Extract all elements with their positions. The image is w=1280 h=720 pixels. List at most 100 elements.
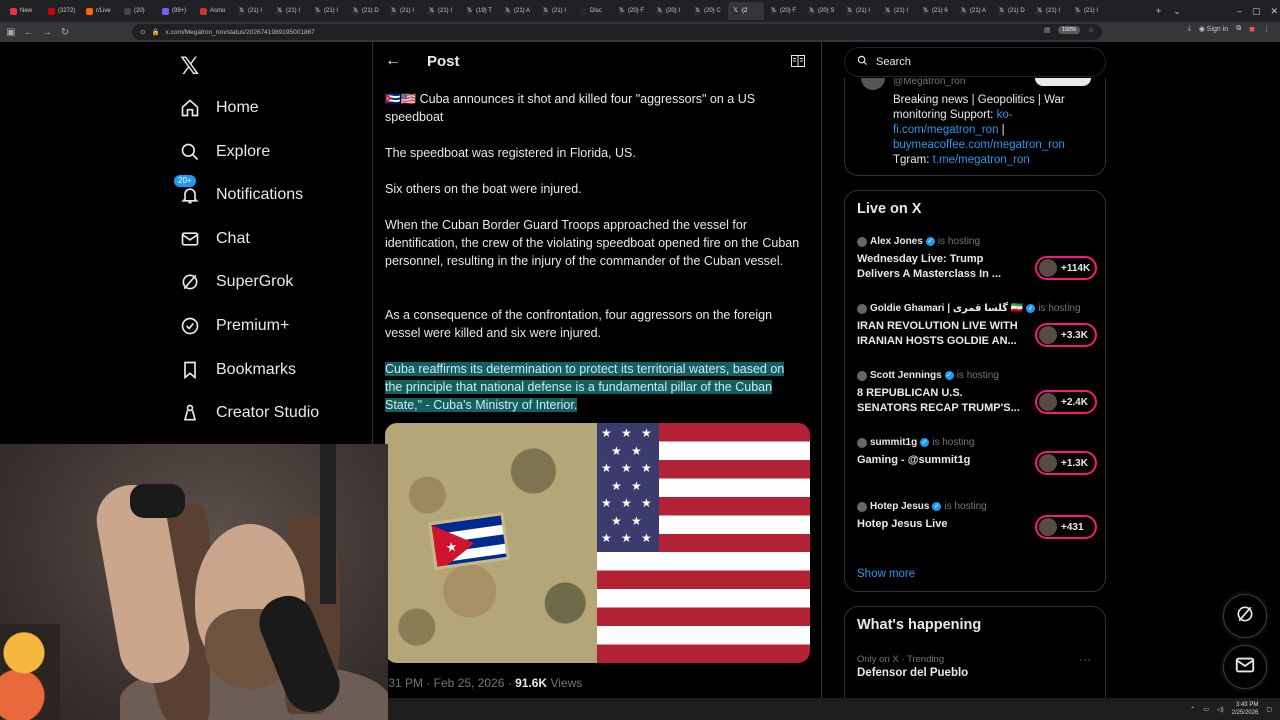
tab-controls: + ⌄	[1150, 0, 1187, 22]
nav-item-notifications[interactable]: 20+ Notifications	[174, 175, 303, 215]
nav-item-chat[interactable]: Chat	[180, 219, 250, 259]
nav-item-bookmarks[interactable]: Bookmarks	[180, 350, 296, 390]
close-window-icon[interactable]: ✕	[1266, 6, 1280, 17]
tab-search-icon[interactable]: ⌄	[1167, 6, 1187, 17]
plush-toys	[0, 624, 60, 720]
taskbar-clock[interactable]: 3:43 PM 2/25/2026	[1232, 701, 1259, 717]
live-on-x-panel: Live on X Alex Jones ✓ is hosting Wednesda…	[844, 190, 1106, 592]
browser-tab[interactable]: 𝕏 (20) I	[652, 2, 688, 20]
host-status: is hosting	[1038, 303, 1081, 314]
forward-nav-icon[interactable]: →	[38, 27, 56, 38]
tab-label: (21) I	[1084, 8, 1099, 14]
minimize-icon[interactable]: –	[1232, 6, 1247, 16]
browser-tab[interactable]: 𝕏 (21) 6	[918, 2, 954, 20]
browser-tab[interactable]: 𝕏 (21) I	[842, 2, 878, 20]
browser-tab[interactable]: 𝕏 (20) F	[766, 2, 802, 20]
listeners-pill[interactable]: +3.3K	[1035, 323, 1097, 347]
search-input[interactable]: Search	[876, 56, 911, 68]
browser-tab[interactable]: (3272)	[44, 2, 80, 20]
browser-tab[interactable]: 𝕏 (21) I	[424, 2, 460, 20]
reload-icon[interactable]: ↻	[56, 27, 74, 38]
browser-tab[interactable]: Asmo	[196, 2, 232, 20]
reader-view-icon[interactable]	[791, 54, 805, 72]
browser-tab[interactable]: 𝕏 (20) C	[690, 2, 726, 20]
live-item[interactable]: Alex Jones ✓ is hosting Wednesday Live: Tr…	[857, 236, 1097, 282]
post-time[interactable]: :31 PM · Feb 25, 2026 ·	[385, 676, 515, 690]
browser-tab[interactable]: 𝕏 (21) D	[348, 2, 384, 20]
listeners-pill[interactable]: +2.4K	[1035, 390, 1097, 414]
reader-mode-icon[interactable]: ▤	[1044, 26, 1050, 34]
profile-icon[interactable]: ◉ Sign in	[1199, 25, 1228, 33]
notification-center-icon[interactable]: ▢	[1266, 706, 1272, 713]
live-item[interactable]: Scott Jennings ✓ is hosting 8 REPUBLICAN U…	[857, 370, 1097, 416]
messages-float-button[interactable]	[1223, 645, 1267, 689]
browser-tab[interactable]: New	[6, 2, 42, 20]
nav-item-supergrok[interactable]: SuperGrok	[180, 262, 293, 302]
menu-icon[interactable]: ⋮	[1263, 25, 1270, 33]
listener-count: +431	[1061, 521, 1084, 533]
new-tab-icon[interactable]: +	[1150, 6, 1167, 16]
extensions-icon[interactable]: ⧉	[1236, 25, 1241, 33]
x-logo-icon[interactable]: 𝕏	[180, 52, 199, 80]
flag-star-icon: ★	[631, 513, 642, 528]
nav-item-creator-studio[interactable]: Creator Studio	[180, 393, 319, 433]
live-item[interactable]: Goldie Ghamari | گلسا قمری 🇮🇷 ✓ is hosting…	[857, 303, 1097, 349]
listener-count: +3.3K	[1061, 329, 1088, 341]
browser-tab[interactable]: 𝕏 (21) I	[310, 2, 346, 20]
volume-icon[interactable]: ◁)	[1217, 706, 1224, 713]
browser-tab[interactable]: 𝕏 (19) T	[462, 2, 498, 20]
sidebar-toggle-icon[interactable]: ▣	[2, 27, 20, 38]
show-more-link[interactable]: Show more	[857, 568, 915, 580]
post-column: ← Post 🇨🇺🇺🇸 Cuba announces it shot and k…	[372, 42, 822, 720]
avatar[interactable]	[861, 78, 885, 90]
site-info-icon[interactable]: 🔒	[151, 28, 159, 36]
browser-tab[interactable]: 𝕏 (21) I	[538, 2, 574, 20]
tray-chevron-icon[interactable]: ⌃	[1190, 706, 1195, 713]
address-bar[interactable]: ⊙ 🔒 x.com/Megatron_ron/status/2026741989…	[132, 24, 1102, 40]
grok-float-button[interactable]	[1223, 594, 1267, 638]
bio-link[interactable]: t.me/megatron_ron	[933, 154, 1030, 166]
browser-tab[interactable]: 𝕏 (21) I	[386, 2, 422, 20]
tab-favicon-icon: 𝕏	[390, 7, 397, 15]
search-box[interactable]: Search	[844, 47, 1106, 77]
browser-tab[interactable]: 𝕏 (21) A	[956, 2, 992, 20]
live-item[interactable]: Hotep Jesus ✓ is hosting Hotep Jesus Live …	[857, 501, 1097, 539]
browser-tab[interactable]: 𝕏 (21) A	[500, 2, 536, 20]
browser-tab[interactable]: 𝕏 (20) S	[804, 2, 840, 20]
back-nav-icon[interactable]: ←	[20, 27, 38, 38]
listeners-pill[interactable]: +114K	[1035, 256, 1097, 280]
trend-name[interactable]: Defensor del Pueblo	[857, 667, 968, 679]
nav-item-premium[interactable]: Premium+	[180, 306, 289, 346]
extension-badge-icon[interactable]: ◼	[1249, 25, 1255, 33]
zoom-level[interactable]: 150%	[1058, 26, 1081, 34]
browser-tab[interactable]: 𝕏 (21) I	[234, 2, 270, 20]
browser-tab[interactable]: (99+)	[158, 2, 194, 20]
location-icon[interactable]: ⊙	[140, 28, 145, 36]
live-item[interactable]: summit1g ✓ is hosting Gaming - @summit1g +…	[857, 437, 1097, 475]
more-options-icon[interactable]: ···	[1079, 652, 1091, 666]
network-icon[interactable]: ▭	[1203, 706, 1209, 713]
browser-tab[interactable]: 𝕏 (21) I	[1032, 2, 1068, 20]
listeners-pill[interactable]: +1.3K	[1035, 451, 1097, 475]
us-flag-image: ★ ★ ★ ★ ★ ★ ★ ★ ★ ★ ★ ★ ★ ★ ★ ★ ★ ★	[597, 423, 810, 663]
browser-tab[interactable]: Disc	[576, 2, 612, 20]
post-media-image[interactable]: ★ ★ ★ ★ ★ ★ ★ ★ ★ ★ ★ ★ ★ ★ ★ ★ ★ ★ ★	[385, 423, 810, 663]
nav-item-explore[interactable]: Explore	[180, 132, 270, 172]
bio-link[interactable]: buymeacoffee.com/megatron_ron	[893, 139, 1065, 151]
nav-item-home[interactable]: Home	[180, 88, 259, 128]
back-arrow-icon[interactable]: ←	[385, 52, 401, 70]
download-icon[interactable]: ⤓	[1188, 25, 1191, 33]
listeners-pill[interactable]: +431	[1035, 515, 1097, 539]
creator-icon	[180, 403, 200, 423]
browser-tab[interactable]: r/Live	[82, 2, 118, 20]
browser-tab[interactable]: 𝕏 (21) I	[1070, 2, 1106, 20]
browser-tab[interactable]: 𝕏 (21) I	[272, 2, 308, 20]
browser-tab[interactable]: 𝕏 (21) D	[994, 2, 1030, 20]
follow-button[interactable]	[1035, 78, 1091, 86]
star-bookmark-icon[interactable]: ☆	[1088, 26, 1094, 34]
maximize-icon[interactable]: ▢	[1247, 6, 1266, 17]
browser-tab[interactable]: (20)	[120, 2, 156, 20]
browser-tab[interactable]: 𝕏 (2	[728, 2, 764, 20]
browser-tab[interactable]: 𝕏 (20) F	[614, 2, 650, 20]
browser-tab[interactable]: 𝕏 (21) I	[880, 2, 916, 20]
